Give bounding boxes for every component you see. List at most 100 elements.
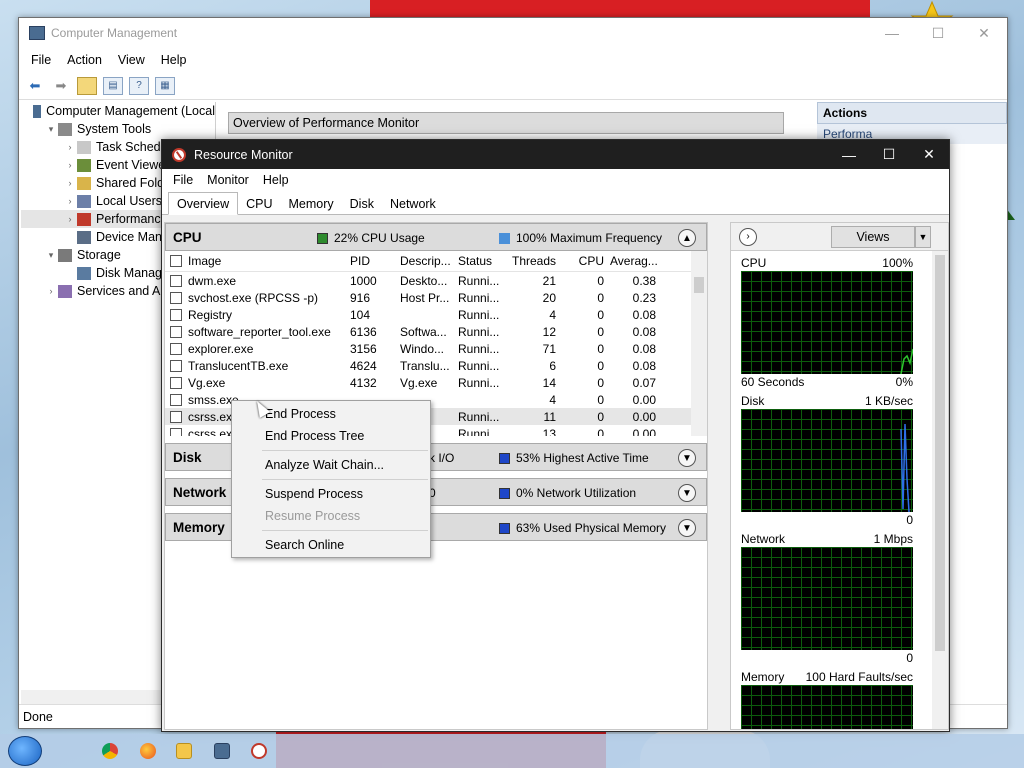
tree-collapsed-chevron-icon[interactable]: ›: [63, 160, 77, 170]
tree-expanded-chevron-icon[interactable]: ▾: [44, 250, 58, 261]
network-expand-chevron-icon[interactable]: ▼: [678, 484, 696, 502]
process-checkbox[interactable]: [170, 393, 182, 406]
tree-node[interactable]: Computer Management (Local: [21, 102, 215, 120]
cm-menu-help[interactable]: Help: [153, 53, 195, 67]
cpu-section-header[interactable]: CPU 22% CPU Usage 100% Maximum Frequency…: [165, 223, 707, 251]
cm-menu-action[interactable]: Action: [59, 53, 110, 67]
cm-minimize-button[interactable]: —: [869, 18, 915, 48]
disk-active-text: 53% Highest Active Time: [516, 451, 649, 465]
show-hide-tree-icon[interactable]: ▤: [103, 76, 123, 95]
collapse-graphs-icon[interactable]: ›: [739, 227, 757, 246]
col-description[interactable]: Descrip...: [396, 254, 454, 268]
col-threads[interactable]: Threads: [512, 254, 562, 268]
cpu-collapse-chevron-icon[interactable]: ▲: [678, 229, 696, 247]
disk-expand-chevron-icon[interactable]: ▼: [678, 449, 696, 467]
context-menu-item[interactable]: End Process Tree: [232, 425, 430, 447]
col-average-cpu[interactable]: Averag...: [610, 254, 662, 268]
tree-node[interactable]: ▾ System Tools: [21, 120, 215, 138]
tree-expanded-chevron-icon[interactable]: ▾: [44, 124, 58, 135]
taskbar: [0, 734, 1024, 768]
resource-monitor-taskbar-icon[interactable]: [251, 743, 267, 759]
disk-io-stat: k I/O: [429, 451, 454, 465]
process-cell: 1000: [350, 273, 377, 288]
cm-close-button[interactable]: ✕: [961, 18, 1007, 48]
memory-expand-chevron-icon[interactable]: ▼: [678, 519, 696, 537]
tree-collapsed-chevron-icon[interactable]: ›: [63, 214, 77, 224]
col-pid[interactable]: PID: [346, 254, 396, 268]
process-checkbox[interactable]: [170, 376, 182, 389]
forward-arrow-icon[interactable]: ➡: [51, 77, 71, 95]
cm-menu-file[interactable]: File: [23, 53, 59, 67]
process-cell: 0.00: [632, 392, 656, 407]
network-util-stat: 0% Network Utilization: [499, 486, 636, 500]
col-status[interactable]: Status: [454, 254, 512, 268]
process-checkbox[interactable]: [170, 325, 182, 338]
rm-titlebar[interactable]: Resource Monitor — ☐ ✕: [162, 140, 949, 169]
process-row[interactable]: software_reporter_tool.exe 6136 Softwa... R…: [165, 323, 707, 340]
computer-management-taskbar-icon[interactable]: [214, 743, 230, 759]
tab-overview[interactable]: Overview: [168, 192, 239, 215]
rm-menu-monitor[interactable]: Monitor: [200, 173, 256, 187]
process-row[interactable]: svchost.exe (RPCSS -p) 916 Host Pr... Runni…: [165, 289, 707, 306]
disk-graph-name: Disk: [741, 394, 765, 408]
tab-disk[interactable]: Disk: [342, 193, 382, 214]
rm-right-scroll-thumb[interactable]: [935, 255, 945, 651]
process-row[interactable]: Vg.exe 4132 Vg.exe Runni... 14 0 0.07: [165, 374, 707, 391]
process-checkbox[interactable]: [170, 410, 182, 423]
tab-memory[interactable]: Memory: [281, 193, 342, 214]
memory-used-text: 63% Used Physical Memory: [516, 521, 667, 535]
process-row[interactable]: dwm.exe 1000 Deskto... Runni... 21 0 0.38: [165, 272, 707, 289]
process-checkbox[interactable]: [170, 359, 182, 372]
tab-cpu[interactable]: CPU: [238, 193, 280, 214]
views-dropdown-icon[interactable]: ▼: [915, 226, 931, 248]
tree-collapsed-chevron-icon[interactable]: ›: [63, 196, 77, 206]
process-checkbox[interactable]: [170, 427, 182, 436]
cpu-freq-text: 100% Maximum Frequency: [516, 231, 663, 245]
views-button[interactable]: Views: [831, 226, 915, 248]
process-checkbox[interactable]: [170, 274, 182, 287]
context-menu-item[interactable]: Analyze Wait Chain...: [232, 454, 430, 476]
context-menu-item[interactable]: Suspend Process: [232, 483, 430, 505]
col-image[interactable]: Image: [188, 254, 346, 268]
cpu-grid-vscroll[interactable]: [691, 251, 707, 436]
properties-icon[interactable]: ▦: [155, 76, 175, 95]
back-arrow-icon[interactable]: ⬅: [25, 77, 45, 95]
rm-close-button[interactable]: ✕: [909, 140, 949, 169]
process-cell: 0: [597, 426, 604, 437]
cm-maximize-button[interactable]: ☐: [915, 18, 961, 48]
process-cell: Vg.exe: [188, 375, 226, 390]
rm-minimize-button[interactable]: —: [829, 140, 869, 169]
process-cell: 6: [549, 358, 556, 373]
file-explorer-icon[interactable]: [176, 743, 192, 759]
start-button[interactable]: [8, 736, 42, 766]
col-cpu[interactable]: CPU: [562, 254, 610, 268]
process-checkbox[interactable]: [170, 308, 182, 321]
cpu-grid-scroll-thumb[interactable]: [694, 277, 704, 293]
process-cell: 21: [542, 273, 556, 288]
rm-maximize-button[interactable]: ☐: [869, 140, 909, 169]
up-folder-icon[interactable]: [77, 76, 97, 95]
process-checkbox[interactable]: [170, 342, 182, 355]
firefox-icon[interactable]: [140, 743, 156, 759]
rm-menu-file[interactable]: File: [166, 173, 200, 187]
tree-node-icon: [77, 194, 91, 208]
cm-titlebar[interactable]: Computer Management — ☐ ✕: [19, 18, 1007, 48]
tree-collapsed-chevron-icon[interactable]: ›: [44, 286, 58, 296]
rm-menu-help[interactable]: Help: [256, 173, 296, 187]
help-icon[interactable]: ?: [129, 76, 149, 95]
process-row[interactable]: TranslucentTB.exe 4624 Translu... Runni... 6…: [165, 357, 707, 374]
process-row[interactable]: explorer.exe 3156 Windo... Runni... 71 0 0.08: [165, 340, 707, 357]
cm-menu-view[interactable]: View: [110, 53, 153, 67]
tree-collapsed-chevron-icon[interactable]: ›: [63, 142, 77, 152]
tab-network[interactable]: Network: [382, 193, 444, 214]
chrome-icon[interactable]: [102, 743, 118, 759]
process-checkbox[interactable]: [170, 291, 182, 304]
select-all-checkbox[interactable]: [170, 255, 182, 267]
context-menu-item[interactable]: Search Online: [232, 534, 430, 556]
rm-right-vscroll[interactable]: [932, 251, 948, 729]
cm-status-text: Done: [23, 709, 53, 724]
tree-collapsed-chevron-icon[interactable]: ›: [63, 178, 77, 188]
tree-node-label: Event Viewer: [96, 158, 170, 172]
process-cell: Registry: [188, 307, 233, 322]
process-row[interactable]: Registry 104 Runni... 4 0 0.08: [165, 306, 707, 323]
